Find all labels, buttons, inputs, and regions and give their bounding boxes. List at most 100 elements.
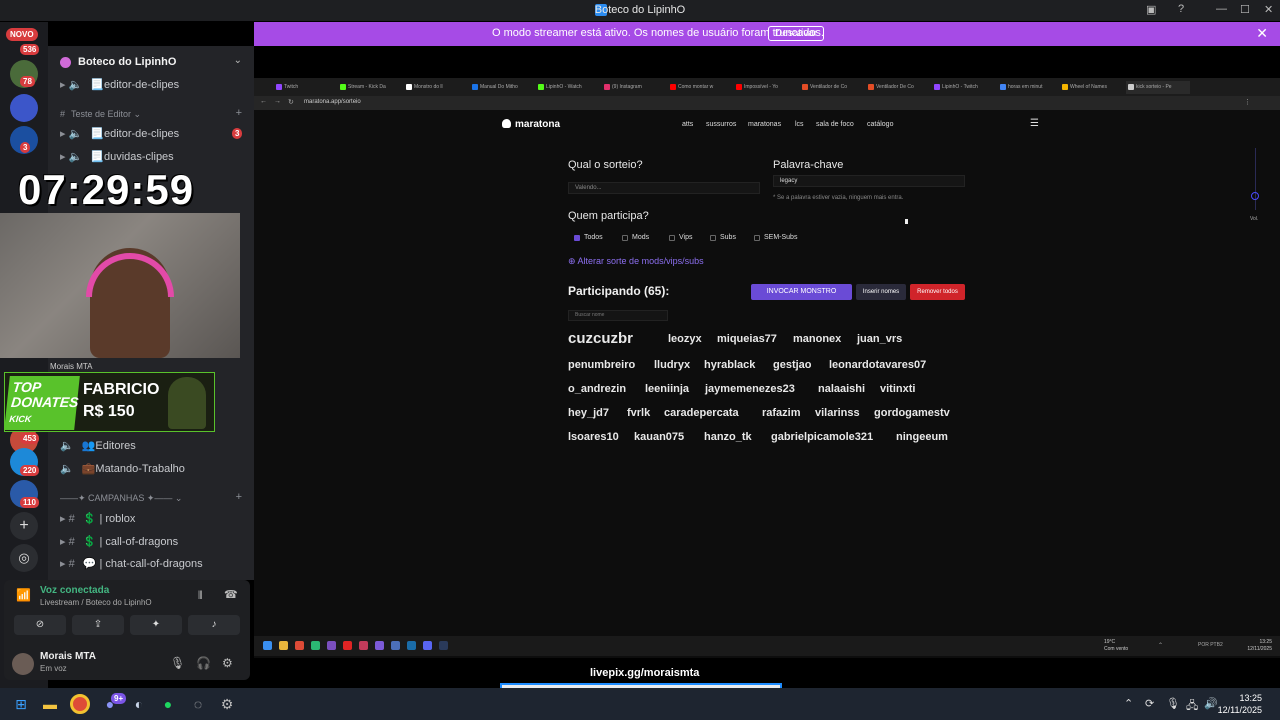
- file-explorer-icon[interactable]: ▬: [40, 694, 60, 714]
- channel-item[interactable]: ▸ 🔈 📃editor-de-clipes: [60, 127, 179, 140]
- insert-names-button[interactable]: Inserir nomes: [856, 284, 906, 300]
- option-subs[interactable]: Subs: [710, 231, 736, 245]
- browser-tab[interactable]: Manual Do Mitho: [470, 81, 528, 94]
- camera-off-button[interactable]: ⊘: [14, 615, 66, 635]
- browser-tab[interactable]: Impossível - Yo: [734, 81, 792, 94]
- channel-item[interactable]: ▸ # 💲 | call-of-dragons: [60, 535, 178, 548]
- channel-item[interactable]: 🔈 💼Matando-Trabalho: [60, 462, 185, 475]
- option-vips[interactable]: Vips: [669, 231, 693, 245]
- disconnect-icon[interactable]: ☎: [224, 588, 238, 601]
- disable-streamer-mode-button[interactable]: Desativar: [768, 26, 825, 41]
- browser-tab[interactable]: (9) Instagram: [602, 81, 660, 94]
- search-name-input[interactable]: Buscar nome: [568, 310, 668, 321]
- microphone-icon[interactable]: 🎙: [1166, 697, 1180, 710]
- checkbox-checked[interactable]: [574, 235, 580, 241]
- network-icon[interactable]: 🖧: [1186, 697, 1198, 716]
- nav-link[interactable]: sala de foco: [816, 121, 854, 128]
- server-header[interactable]: Boteco do LipinhO ⌄: [48, 46, 254, 78]
- option-sem-subs[interactable]: SEM-Subs: [754, 231, 797, 245]
- browser-tab[interactable]: Ventilador De Co: [866, 81, 924, 94]
- avatar[interactable]: [12, 653, 34, 675]
- language-indicator[interactable]: POR PTB2: [1198, 642, 1223, 648]
- opera-icon[interactable]: [343, 641, 352, 650]
- browser-tab[interactable]: Monstro do ll: [404, 81, 462, 94]
- site-logo[interactable]: maratona: [502, 119, 560, 130]
- channel-item[interactable]: ▸ 🔈 📃duvidas-clipes: [60, 150, 174, 163]
- volume-slider-track[interactable]: [1255, 148, 1256, 210]
- nav-link[interactable]: maratonas: [748, 121, 781, 128]
- extensions-icon[interactable]: ⋮: [1244, 98, 1251, 106]
- checkbox[interactable]: [710, 235, 716, 241]
- steam-icon[interactable]: [439, 641, 448, 650]
- draw-input[interactable]: Valendo...: [568, 182, 760, 194]
- forward-icon[interactable]: →: [274, 98, 281, 105]
- app-icon[interactable]: [327, 641, 336, 650]
- taskbar-clock[interactable]: 13:25 12/11/2025: [1218, 692, 1262, 716]
- spotify-icon[interactable]: ●: [158, 694, 178, 714]
- folder-icon[interactable]: [10, 94, 38, 122]
- app-icon[interactable]: [391, 641, 400, 650]
- option-mods[interactable]: Mods: [622, 231, 649, 245]
- add-channel-icon[interactable]: +: [236, 491, 242, 503]
- minimize-button[interactable]: —: [1216, 3, 1227, 15]
- browser-tab[interactable]: Twitch: [274, 81, 332, 94]
- alter-odds-link[interactable]: ⊕ Alterar sorte de mods/vips/subs: [568, 256, 704, 267]
- reload-icon[interactable]: ↻: [288, 98, 294, 106]
- app-icon[interactable]: ◌: [188, 694, 208, 714]
- nav-link[interactable]: catálogo: [867, 121, 893, 128]
- chrome-icon[interactable]: [70, 694, 90, 714]
- hamburger-menu-icon[interactable]: ☰: [1030, 118, 1039, 129]
- add-server-icon[interactable]: +: [10, 512, 38, 540]
- summon-monster-button[interactable]: INVOCAR MONSTRO: [751, 284, 852, 300]
- tray-chevron-icon[interactable]: ⌃: [1124, 697, 1133, 710]
- weather-widget[interactable]: 19°C Com vento: [1104, 639, 1128, 653]
- url-field[interactable]: maratona.app/sorteio: [304, 99, 361, 105]
- browser-tab[interactable]: LipinhO - Twitch: [932, 81, 990, 94]
- back-icon[interactable]: ←: [260, 98, 267, 105]
- tray-chevron-icon[interactable]: ⌃: [1158, 642, 1163, 649]
- voice-channel[interactable]: Livestream / Boteco do LipinhO: [40, 598, 152, 607]
- checkbox[interactable]: [669, 235, 675, 241]
- checkbox[interactable]: [754, 235, 760, 241]
- start-icon[interactable]: [263, 641, 272, 650]
- microphone-icon[interactable]: 🎙: [170, 656, 185, 670]
- browser-tab[interactable]: Como montar w: [668, 81, 726, 94]
- channel-category[interactable]: # Teste de Editor ⌄: [60, 109, 141, 120]
- keyword-input[interactable]: legacy: [773, 175, 965, 187]
- edge-icon[interactable]: [311, 641, 320, 650]
- channel-category[interactable]: ——✦ CAMPANHAS ✦—— ⌄: [60, 493, 182, 504]
- checkbox[interactable]: [622, 235, 628, 241]
- sync-icon[interactable]: ⟳: [1145, 697, 1154, 710]
- add-channel-icon[interactable]: +: [236, 107, 242, 119]
- browser-tab[interactable]: LipinhO - Watch: [536, 81, 594, 94]
- close-window-button[interactable]: ✕: [1264, 3, 1273, 16]
- steam-icon[interactable]: ◐: [129, 694, 149, 714]
- noise-icon[interactable]: ⫴: [198, 590, 203, 603]
- volume-icon[interactable]: 🔊: [1204, 697, 1218, 710]
- nav-link[interactable]: lcs: [795, 121, 804, 128]
- screen-share-button[interactable]: ⇪: [72, 615, 124, 635]
- chrome-icon[interactable]: [295, 641, 304, 650]
- close-icon[interactable]: ✕: [1256, 25, 1268, 42]
- folder-icon[interactable]: [279, 641, 288, 650]
- browser-tab[interactable]: Wheel of Names: [1060, 81, 1118, 94]
- help-icon[interactable]: ?: [1178, 3, 1184, 15]
- option-todos[interactable]: Todos: [574, 231, 603, 245]
- maximize-button[interactable]: ☐: [1240, 3, 1250, 16]
- browser-tab[interactable]: Ventilador de Co: [800, 81, 858, 94]
- explore-icon[interactable]: ◎: [10, 544, 38, 572]
- windows-start-icon[interactable]: ⊞: [11, 694, 31, 714]
- browser-tab[interactable]: horas em minut: [998, 81, 1056, 94]
- app-icon[interactable]: [407, 641, 416, 650]
- channel-item[interactable]: 🔈 👥Editores: [60, 439, 136, 452]
- browser-tab-active[interactable]: kick sorteio - Pe: [1126, 81, 1190, 94]
- volume-slider-knob[interactable]: [1251, 192, 1259, 200]
- remove-all-button[interactable]: Remover todos: [910, 284, 965, 300]
- nav-link[interactable]: atts: [682, 121, 693, 128]
- browser-tab[interactable]: Stream - Kick Da: [338, 81, 396, 94]
- app-icon[interactable]: [375, 641, 384, 650]
- headphones-icon[interactable]: 🎧: [196, 656, 211, 670]
- channel-item[interactable]: ▸ # 💲 | roblox: [60, 512, 135, 525]
- gear-icon[interactable]: ⚙: [222, 656, 233, 670]
- app-icon[interactable]: [359, 641, 368, 650]
